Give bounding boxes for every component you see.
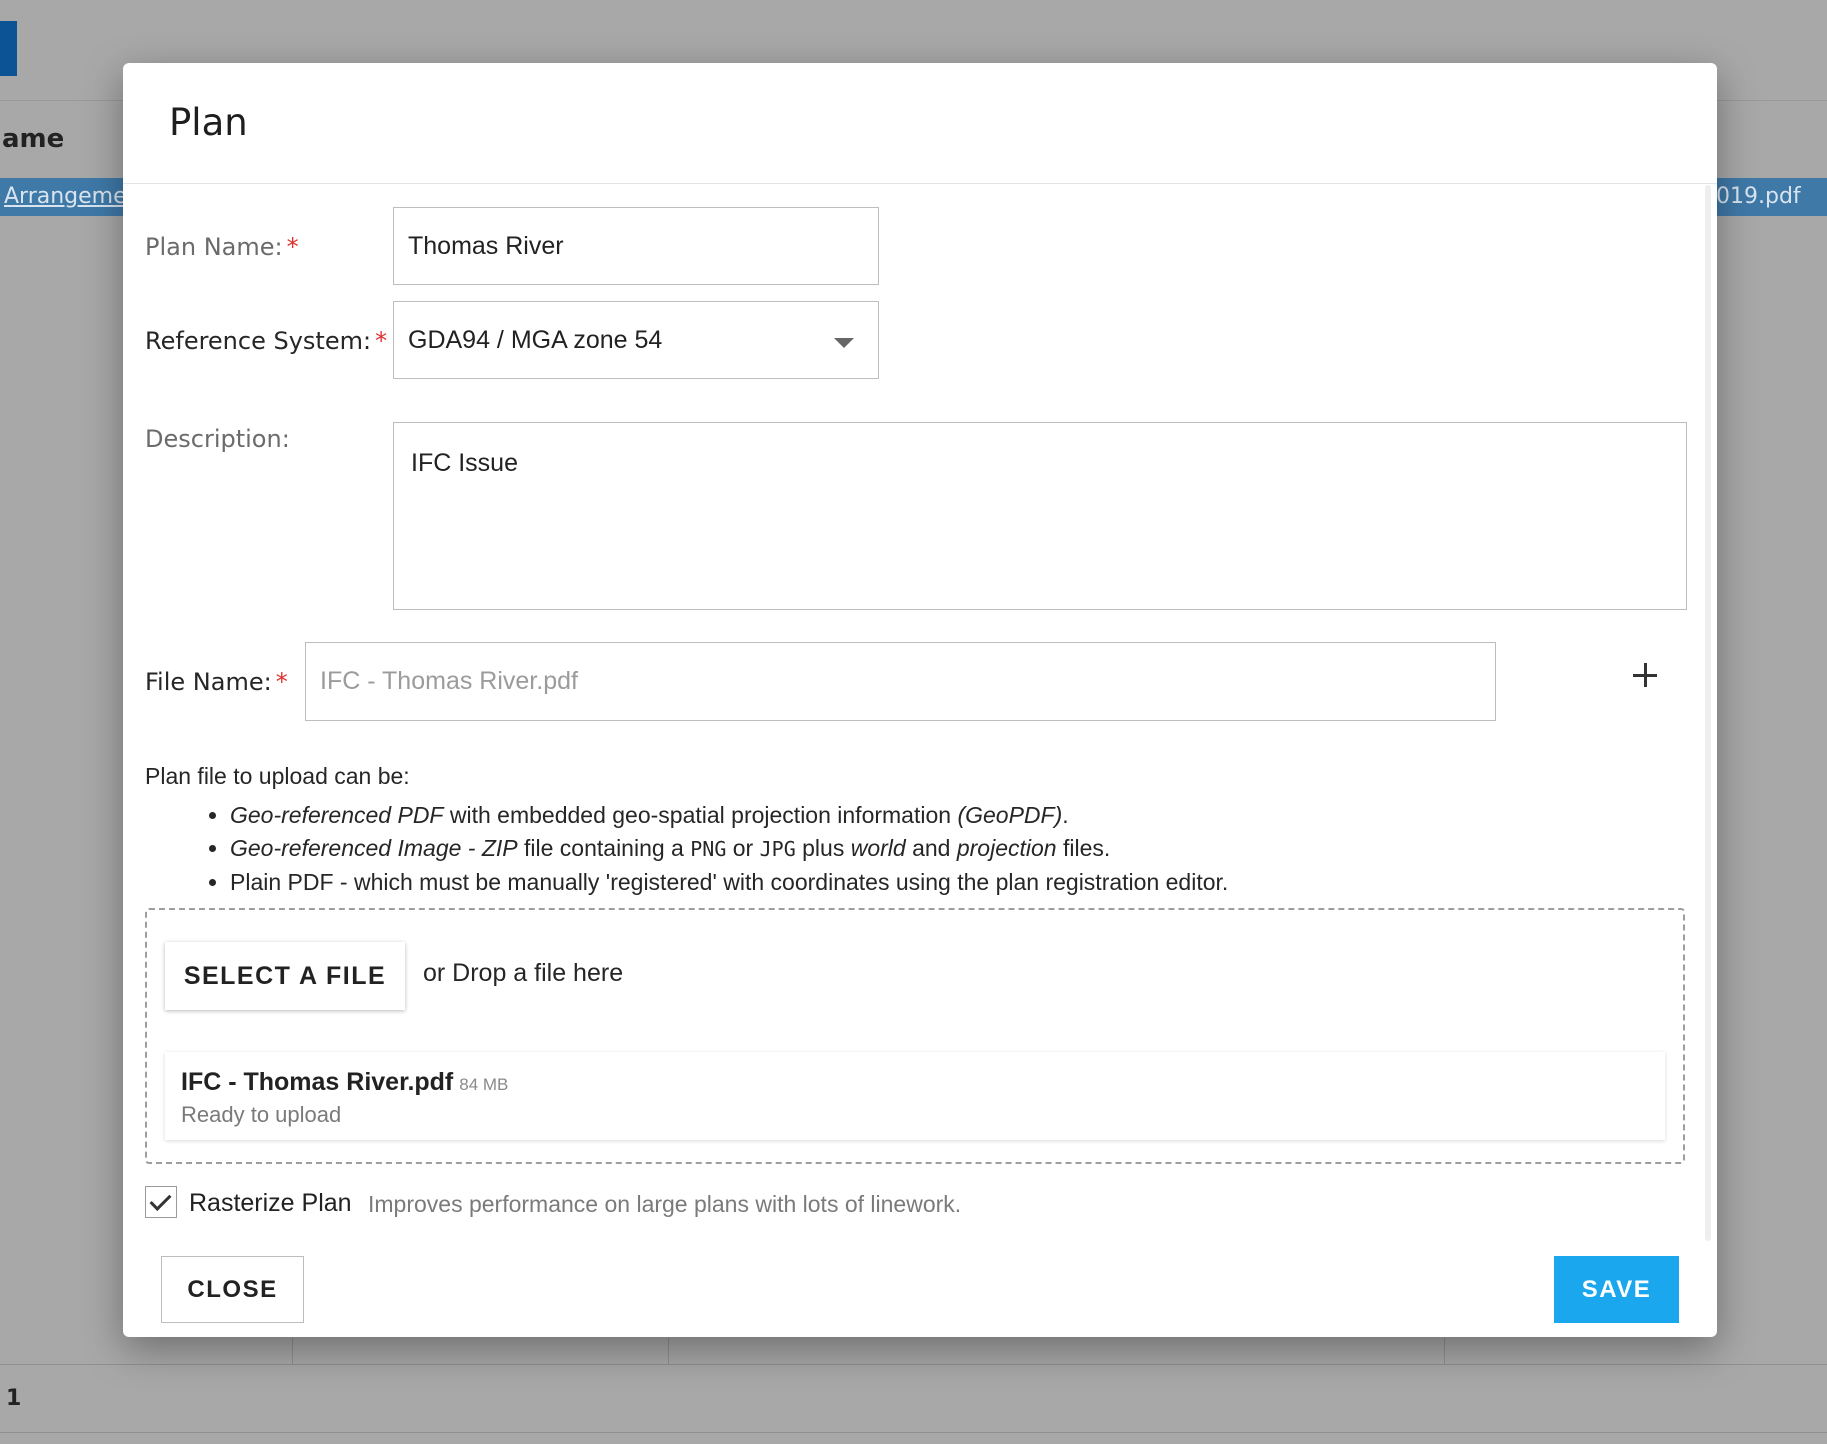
reference-system-label: Reference System: * xyxy=(145,327,387,355)
background-row-filename: 019.pdf xyxy=(1716,184,1801,209)
plan-name-input[interactable]: Thomas River xyxy=(393,207,879,285)
check-icon xyxy=(149,1189,172,1211)
list-item-text: world xyxy=(850,835,906,861)
save-button[interactable]: SAVE xyxy=(1554,1256,1679,1323)
file-dropzone[interactable]: SELECT A FILE or Drop a file here IFC - … xyxy=(145,908,1685,1164)
drop-hint-text: or Drop a file here xyxy=(423,959,624,987)
list-item-text: (GeoPDF) xyxy=(957,802,1063,828)
file-name-label: File Name: * xyxy=(145,668,288,696)
background-column-divider xyxy=(1444,1338,1445,1364)
file-name-input[interactable]: IFC - Thomas River.pdf xyxy=(305,642,1496,721)
reference-system-select[interactable]: GDA94 / MGA zone 54 xyxy=(393,301,879,379)
background-footer-divider xyxy=(0,1364,1827,1365)
background-column-header-name: ame xyxy=(2,124,65,154)
uploaded-file-card: IFC - Thomas River.pdf 84 MB Ready to upl… xyxy=(165,1052,1665,1140)
rasterize-hint: Improves performance on large plans with… xyxy=(368,1191,962,1217)
plan-name-label-text: Plan Name: xyxy=(145,233,283,261)
close-button[interactable]: CLOSE xyxy=(161,1256,304,1323)
required-marker: * xyxy=(286,233,299,261)
uploaded-file-name: IFC - Thomas River.pdf 84 MB xyxy=(181,1068,508,1097)
background-column-divider xyxy=(292,1338,293,1364)
plan-name-label: Plan Name: * xyxy=(145,233,299,261)
file-name-label-text: File Name: xyxy=(145,668,272,696)
list-item: Plain PDF - which must be manually 'regi… xyxy=(230,866,1228,899)
uploaded-file-name-text: IFC - Thomas River.pdf xyxy=(181,1068,454,1096)
reference-system-label-text: Reference System: xyxy=(145,327,372,355)
title-divider xyxy=(123,183,1717,184)
rasterize-checkbox[interactable] xyxy=(145,1186,177,1218)
list-item-text: Geo-referenced Image - ZIP xyxy=(230,835,518,861)
list-item-text: files. xyxy=(1056,835,1111,861)
plan-dialog: Plan Plan Name: * Thomas River Reference … xyxy=(123,63,1717,1337)
background-column-divider xyxy=(668,1338,669,1364)
description-label: Description: xyxy=(145,425,290,453)
uploaded-file-status: Ready to upload xyxy=(181,1102,342,1127)
rasterize-label[interactable]: Rasterize Plan xyxy=(189,1189,352,1218)
list-item-code: JPG xyxy=(759,837,796,861)
uploaded-file-size: 84 MB xyxy=(459,1075,509,1094)
list-item-text: projection xyxy=(956,835,1057,861)
background-page-number: 1 xyxy=(6,1386,22,1411)
list-item-text: and xyxy=(905,835,957,861)
reference-system-value: GDA94 / MGA zone 54 xyxy=(408,325,663,354)
list-item: Geo-referenced Image - ZIP file containi… xyxy=(230,832,1228,866)
list-item-code: PNG xyxy=(690,837,727,861)
upload-info-list: Geo-referenced PDF with embedded geo-spa… xyxy=(145,799,1228,899)
dialog-title: Plan xyxy=(169,101,248,144)
plus-icon[interactable] xyxy=(1631,661,1661,691)
list-item-text: Geo-referenced PDF xyxy=(230,802,444,828)
list-item-text: file containing a xyxy=(517,835,691,861)
background-primary-button xyxy=(0,21,17,76)
select-file-button[interactable]: SELECT A FILE xyxy=(165,942,405,1010)
background-footer-divider xyxy=(0,1432,1827,1433)
description-textarea[interactable]: IFC Issue xyxy=(393,422,1687,610)
list-item-text: with embedded geo-spatial projection inf… xyxy=(443,802,958,828)
chevron-down-icon xyxy=(834,338,854,348)
list-item-text: or xyxy=(726,835,760,861)
background-row-link: Arrangemen xyxy=(4,184,141,209)
required-marker: * xyxy=(375,327,388,355)
list-item-text: Plain PDF - which must be manually 'regi… xyxy=(230,869,1229,895)
list-item-text: . xyxy=(1062,802,1069,828)
required-marker: * xyxy=(275,668,288,696)
list-item: Geo-referenced PDF with embedded geo-spa… xyxy=(230,799,1228,832)
dialog-scrollbar[interactable] xyxy=(1705,185,1711,1241)
list-item-text: plus xyxy=(795,835,851,861)
upload-info-intro: Plan file to upload can be: xyxy=(145,763,410,789)
